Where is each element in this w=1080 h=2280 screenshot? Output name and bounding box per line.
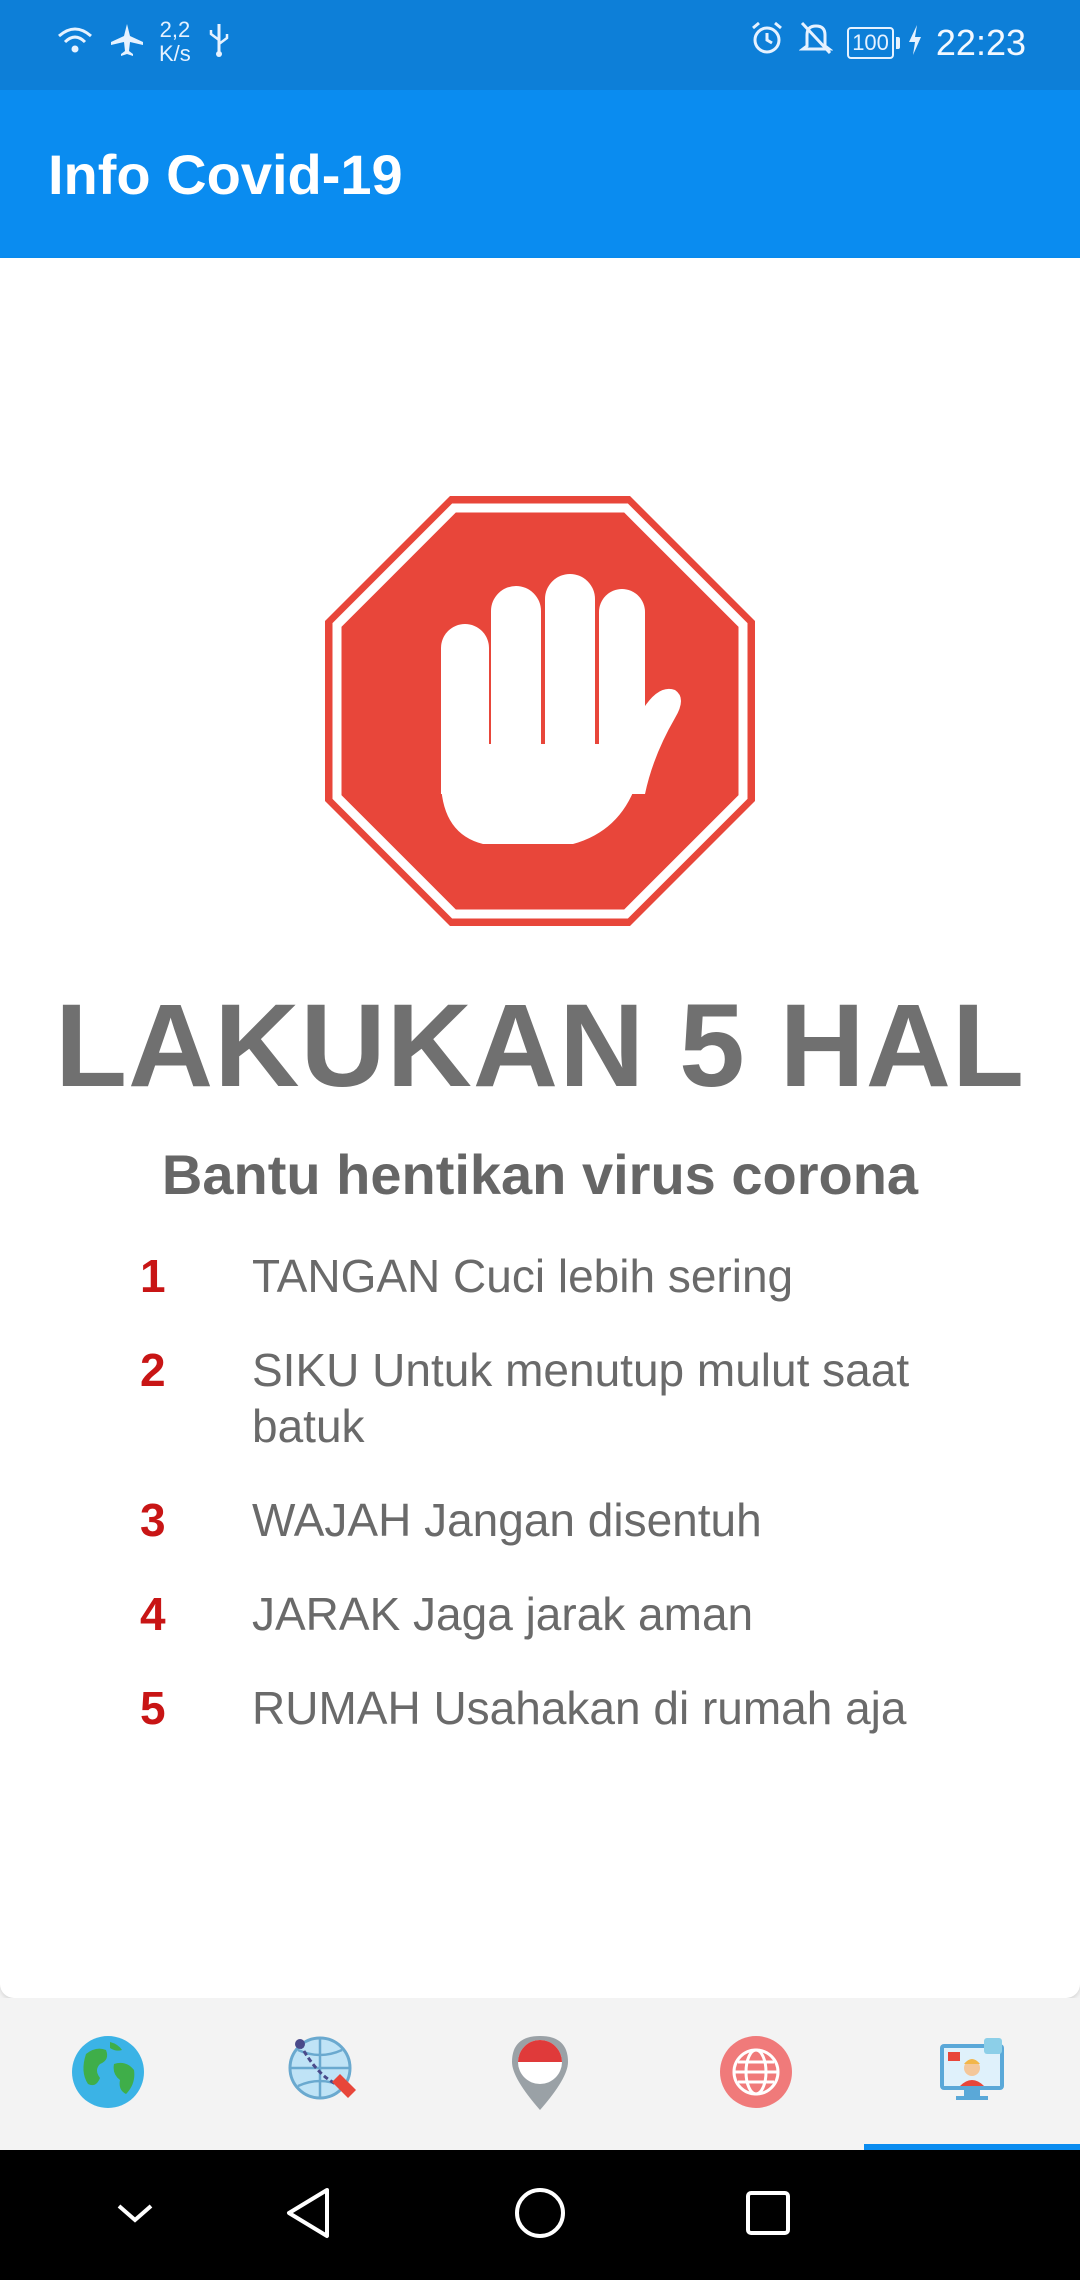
app-title: Info Covid-19 [48,143,403,206]
step-number: 3 [140,1494,166,1546]
step-item: 4 JARAK Jaga jarak aman [140,1586,960,1642]
network-speed-unit: K/s [159,41,191,66]
nav-tab-info[interactable] [864,1998,1080,2150]
back-button[interactable] [268,2180,348,2250]
app-bar: Info Covid-19 [0,90,1080,258]
content-card: LAKUKAN 5 HAL Bantu hentikan virus coron… [0,258,1080,1998]
charging-icon [908,22,922,64]
subheadline: Bantu hentikan virus corona [161,1143,919,1206]
recents-button[interactable] [728,2180,808,2250]
home-button[interactable] [500,2180,580,2250]
globe-icon [70,2034,146,2115]
step-text: TANGAN Cuci lebih sering [252,1250,794,1302]
back-triangle-icon [283,2186,333,2245]
indonesia-pin-icon [508,2032,572,2117]
network-speed: 2,2 K/s [159,18,191,66]
headline: LAKUKAN 5 HAL [54,980,1026,1112]
alarm-icon [749,20,785,65]
bottom-navigation [0,1998,1080,2150]
wifi-icon [55,24,95,61]
step-number: 4 [140,1588,166,1640]
world-route-icon [286,2034,362,2115]
home-circle-icon [512,2185,568,2246]
status-bar: 2,2 K/s 100 22:23 [0,0,1080,90]
status-right: 100 22:23 [749,20,1026,65]
nav-tab-route[interactable] [216,1998,432,2150]
nav-tab-indonesia[interactable] [432,1998,648,2150]
step-item: 3 WAJAH Jangan disentuh [140,1492,960,1548]
step-number: 5 [140,1682,166,1734]
recents-square-icon [743,2188,793,2243]
step-number: 2 [140,1344,166,1396]
nav-tab-web[interactable] [648,1998,864,2150]
clock-time: 22:23 [935,21,1026,63]
web-globe-icon [718,2034,794,2115]
steps-list: 1 TANGAN Cuci lebih sering 2 SIKU Untuk … [140,1248,960,1774]
collapse-nav-button[interactable] [95,2180,175,2250]
system-navigation-bar [0,2150,1080,2280]
status-left: 2,2 K/s [55,18,233,66]
usb-icon [205,22,233,63]
stop-hand-icon [323,494,757,928]
online-info-icon [934,2034,1010,2115]
step-item: 2 SIKU Untuk menutup mulut saat batuk [140,1342,960,1454]
step-text: SIKU Untuk menutup mulut saat batuk [252,1344,910,1452]
chevron-down-icon [113,2198,157,2233]
airplane-icon [109,22,145,63]
step-item: 1 TANGAN Cuci lebih sering [140,1248,960,1304]
nav-tab-global[interactable] [0,1998,216,2150]
bell-muted-icon [798,20,834,65]
step-text: RUMAH Usahakan di rumah aja [252,1682,907,1734]
step-number: 1 [140,1250,166,1302]
step-text: WAJAH Jangan disentuh [252,1494,762,1546]
battery-icon: 100 [847,26,900,59]
step-text: JARAK Jaga jarak aman [252,1588,754,1640]
network-speed-value: 2,2 [159,17,191,42]
step-item: 5 RUMAH Usahakan di rumah aja [140,1680,960,1736]
